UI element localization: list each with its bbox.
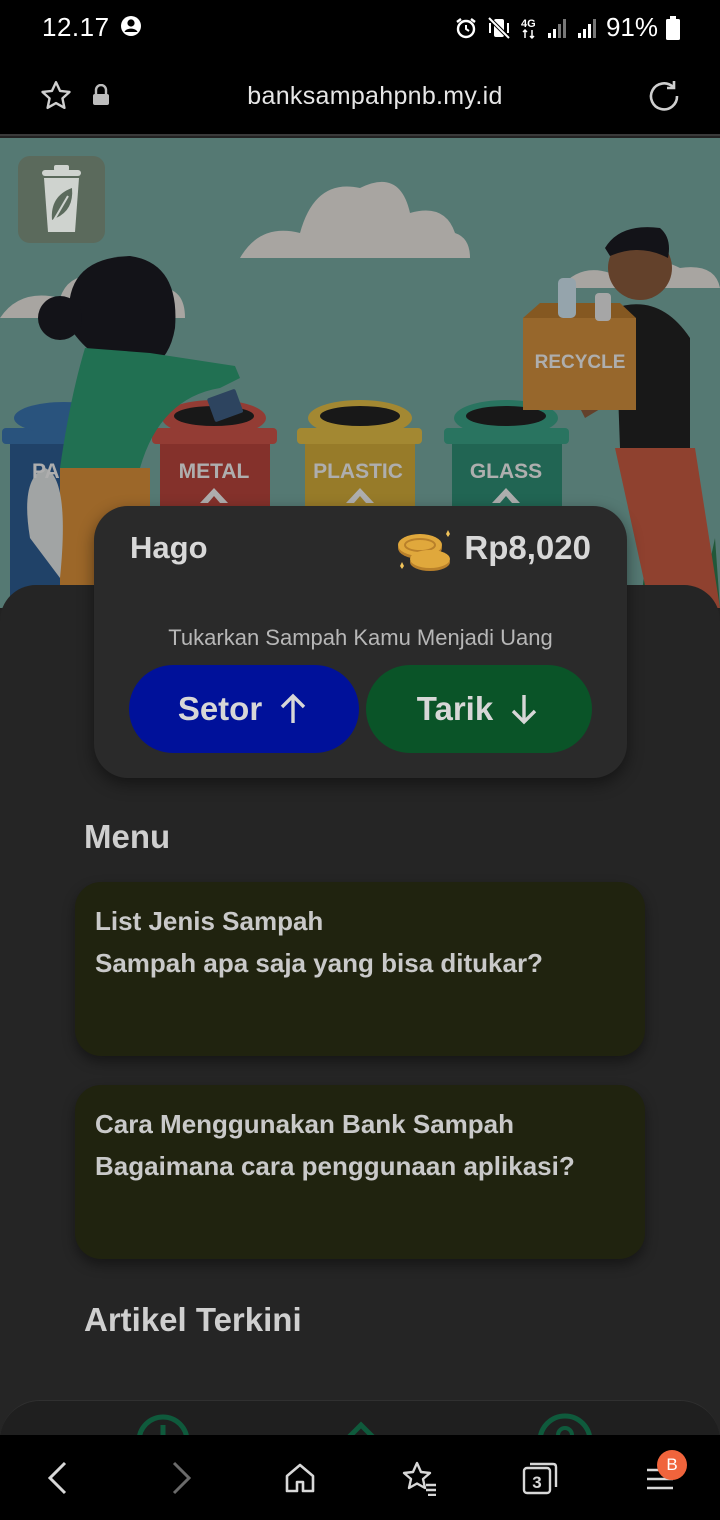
svg-text:4G: 4G <box>521 18 536 30</box>
balance-amount: Rp8,020 <box>464 529 591 566</box>
alarm-icon <box>454 16 478 40</box>
menu-item-title: Cara Menggunakan Bank Sampah <box>95 1109 514 1139</box>
articles-title: Artikel Terkini <box>84 1301 302 1338</box>
signal-icon <box>576 17 598 39</box>
status-icons: 4G 91% <box>454 12 680 43</box>
menu-badge: B <box>657 1450 687 1480</box>
4g-icon: 4G <box>520 16 538 40</box>
arrow-down-icon <box>512 695 537 725</box>
back-icon[interactable] <box>35 1455 81 1501</box>
url-address[interactable]: banksampahpnb.my.id <box>0 82 720 111</box>
screen: 12.17 4G 91% banksampahpnb.my.id METAL P… <box>0 0 720 1520</box>
tabs-icon[interactable]: 3 <box>517 1455 563 1501</box>
menu-item-list-jenis-sampah[interactable]: List Jenis Sampah Sampah apa saja yang b… <box>75 882 645 1056</box>
balance-card: Hago Rp8,020 Tukarkan Sampah Kamu Menjad… <box>94 506 627 778</box>
menu-title: Menu <box>84 818 171 855</box>
forward-icon[interactable] <box>158 1455 204 1501</box>
tarik-label: Tarik <box>416 690 494 727</box>
trash-leaf-icon <box>42 165 81 232</box>
tabs-count: 3 <box>532 1473 541 1492</box>
battery-icon <box>666 15 680 40</box>
user-circle-icon <box>120 15 142 37</box>
signal-icon <box>546 17 568 39</box>
app-logo[interactable] <box>18 156 105 243</box>
tarik-button[interactable]: Tarik <box>366 665 592 753</box>
setor-label: Setor <box>177 690 263 727</box>
card-tagline: Tukarkan Sampah Kamu Menjadi Uang <box>168 625 553 650</box>
mute-vibrate-icon <box>486 16 512 40</box>
menu-item-subtitle: Sampah apa saja yang bisa ditukar? <box>95 948 543 978</box>
browser-bottom-bar: 3 <box>0 1435 720 1520</box>
browser-url-bar: banksampahpnb.my.id <box>0 56 720 136</box>
menu-item-cara-menggunakan[interactable]: Cara Menggunakan Bank Sampah Bagaimana c… <box>75 1085 645 1259</box>
menu-item-subtitle: Bagaimana cara penggunaan aplikasi? <box>95 1151 575 1181</box>
status-bar: 12.17 4G 91% <box>0 0 720 56</box>
status-time: 12.17 <box>42 12 110 42</box>
home-icon[interactable] <box>277 1455 323 1501</box>
bookmarks-icon[interactable] <box>396 1455 442 1501</box>
arrow-up-icon <box>280 693 306 723</box>
setor-button[interactable]: Setor <box>129 665 359 753</box>
user-name: Hago <box>130 530 208 565</box>
menu-item-title: List Jenis Sampah <box>95 906 324 936</box>
battery-percent: 91% <box>605 12 658 42</box>
reload-icon[interactable] <box>646 78 682 119</box>
coins-icon <box>394 526 454 579</box>
